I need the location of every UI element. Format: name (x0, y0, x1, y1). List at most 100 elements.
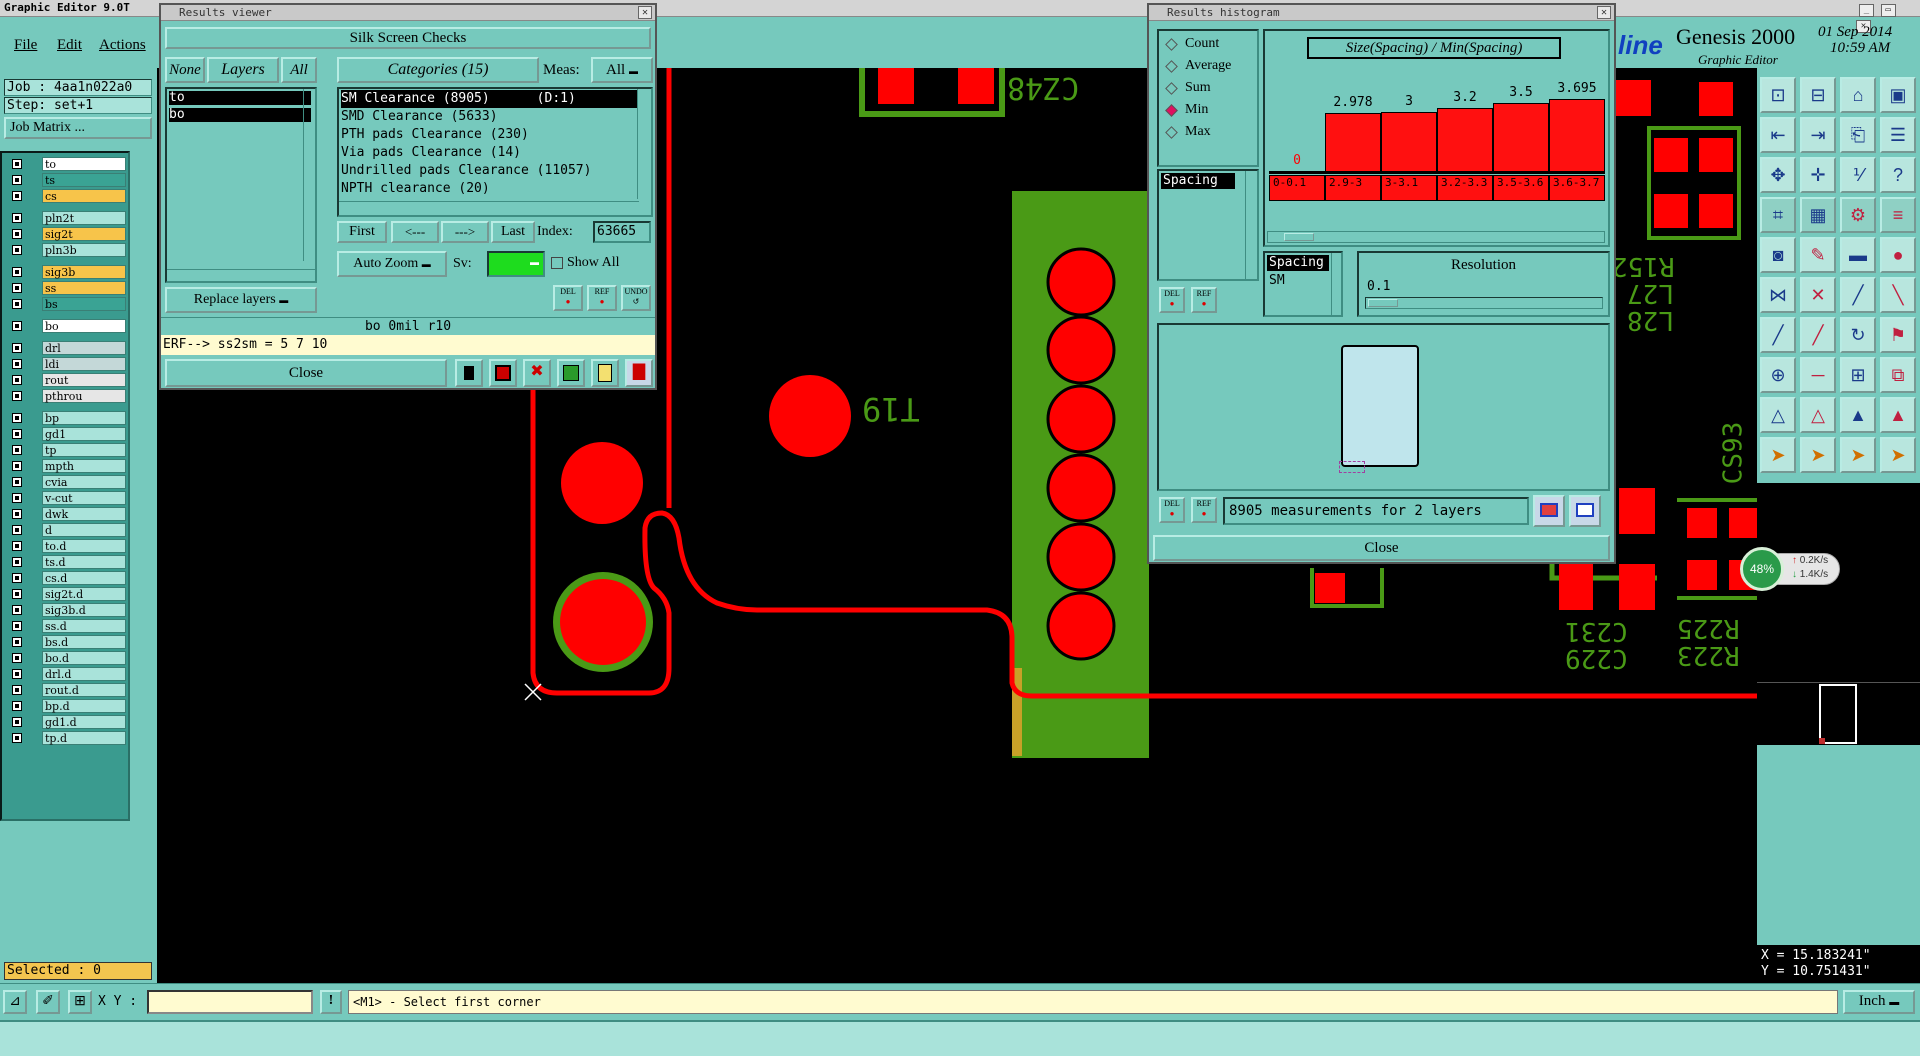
toolbar-button[interactable]: ⌗ (1760, 197, 1796, 233)
layer-checkbox[interactable] (12, 245, 22, 255)
layer-row[interactable]: to.d (8, 539, 126, 553)
next-button[interactable]: ---> (441, 221, 489, 243)
layer-name[interactable]: to (42, 157, 126, 171)
layer-checkbox[interactable] (12, 343, 22, 353)
layer-name[interactable]: ss (42, 281, 126, 295)
tool-icon-2[interactable] (489, 359, 517, 387)
layer-row[interactable]: gd1.d (8, 715, 126, 729)
layer-checkbox[interactable] (12, 359, 22, 369)
layer-list-item-1[interactable]: bo (169, 108, 311, 122)
net-speed-widget[interactable]: 48% ↑ 0.2K/s ↓ 1.4K/s (1740, 547, 1842, 591)
layer-name[interactable]: cs (42, 189, 126, 203)
toolbar-button[interactable]: ⋈ (1760, 277, 1796, 313)
layer-name[interactable]: sig3b (42, 265, 126, 279)
auto-zoom-select[interactable]: Auto Zoom ▬ (337, 251, 447, 277)
layer-checkbox[interactable] (12, 445, 22, 455)
toolbar-button[interactable]: ⊡ (1760, 77, 1796, 113)
category-list-hscroll[interactable] (339, 201, 639, 215)
layer-row[interactable]: tp.d (8, 731, 126, 745)
layer-checkbox[interactable] (12, 525, 22, 535)
layer-name[interactable]: bo.d (42, 651, 126, 665)
layer-name[interactable]: ts.d (42, 555, 126, 569)
layer-checkbox[interactable] (12, 605, 22, 615)
layer-checkbox[interactable] (12, 541, 22, 551)
replace-layers-select[interactable]: Replace layers ▬ (165, 287, 317, 313)
categories-tab[interactable]: Categories (15) (337, 57, 539, 83)
del-button[interactable]: DEL ● (553, 285, 583, 311)
layer-checkbox[interactable] (12, 493, 22, 503)
slider-thumb[interactable] (1368, 299, 1398, 307)
layer-name[interactable]: drl (42, 341, 126, 355)
histogram-button[interactable]: ▇ (625, 359, 653, 387)
toolbar-button[interactable]: ╱ (1840, 277, 1876, 313)
show-all-checkbox[interactable] (551, 257, 563, 269)
toolbar-button[interactable]: ⚙ (1840, 197, 1876, 233)
layer-name[interactable]: sig3b.d (42, 603, 126, 617)
layer-name[interactable]: mpth (42, 459, 126, 473)
layer-checkbox[interactable] (12, 391, 22, 401)
layer-list-item-0[interactable]: to (169, 91, 311, 105)
index-field[interactable]: 63665 (593, 221, 651, 243)
histogram-bar[interactable] (1325, 112, 1381, 171)
toolbar-button[interactable]: ⊟ (1800, 77, 1836, 113)
layer-checkbox[interactable] (12, 375, 22, 385)
toolbar-button[interactable]: ✕ (1800, 277, 1836, 313)
layer-checkbox[interactable] (12, 589, 22, 599)
first-button[interactable]: First (337, 221, 387, 243)
layer-name[interactable]: sig2t.d (42, 587, 126, 601)
toolbar-button[interactable]: ? (1880, 157, 1916, 193)
layer-name[interactable]: cvia (42, 475, 126, 489)
scroll-thumb[interactable] (1284, 233, 1314, 241)
toolbar-button[interactable]: ╱ (1760, 317, 1796, 353)
toolbar-button[interactable]: ➤ (1880, 437, 1916, 473)
spacing-sm-scrollbar[interactable] (1331, 253, 1341, 315)
warning-button[interactable]: ! (320, 990, 342, 1014)
layer-checkbox[interactable] (12, 637, 22, 647)
tool-icon-4[interactable] (557, 359, 585, 387)
category-list-item[interactable]: PTH pads Clearance (230) (341, 126, 637, 144)
results-viewer-close-button[interactable]: Close (165, 359, 447, 387)
layer-checkbox[interactable] (12, 191, 22, 201)
option-max[interactable]: Max (1163, 123, 1257, 143)
layer-name[interactable]: d (42, 523, 126, 537)
histogram-bar[interactable] (1549, 98, 1605, 171)
layer-name[interactable]: bp.d (42, 699, 126, 713)
toolbar-button[interactable]: ⊕ (1760, 357, 1796, 393)
toolbar-button[interactable]: ⌂ (1840, 77, 1876, 113)
layer-checkbox[interactable] (12, 175, 22, 185)
layer-name[interactable]: bo (42, 319, 126, 333)
toolbar-button[interactable]: ⇥ (1800, 117, 1836, 153)
layer-name[interactable]: tp.d (42, 731, 126, 745)
layer-row[interactable]: pln2t (8, 211, 126, 225)
histogram-bar[interactable] (1381, 112, 1437, 171)
layer-checkbox[interactable] (12, 299, 22, 309)
layer-row[interactable]: v-cut (8, 491, 126, 505)
layer-row[interactable]: ts.d (8, 555, 126, 569)
layer-name[interactable]: gd1 (42, 427, 126, 441)
layers-tab[interactable]: Layers (207, 57, 279, 83)
layer-row[interactable]: sig2t (8, 227, 126, 241)
snap-tool-2[interactable]: ✐ (36, 990, 60, 1014)
layer-row[interactable]: d (8, 523, 126, 537)
layer-row[interactable]: tp (8, 443, 126, 457)
histogram-close-button[interactable]: Close (1153, 535, 1610, 561)
layer-name[interactable]: ss.d (42, 619, 126, 633)
undo-button[interactable]: UNDO ↺ (621, 285, 651, 311)
spacing-list-scrollbar[interactable] (1245, 171, 1257, 279)
minimize-icon[interactable]: _ (1859, 4, 1874, 17)
spacing-sm-item-spacing[interactable]: Spacing (1267, 255, 1329, 271)
silk-screen-heading[interactable]: Silk Screen Checks (165, 27, 651, 49)
option-sum[interactable]: Sum (1163, 79, 1257, 99)
layer-checkbox[interactable] (12, 283, 22, 293)
layer-row[interactable]: dwk (8, 507, 126, 521)
category-list-item[interactable]: SMD Clearance (5633) (341, 108, 637, 126)
hist-ref-button-2[interactable]: REF ● (1191, 497, 1217, 523)
toolbar-button[interactable]: ↻ (1840, 317, 1876, 353)
toolbar-button[interactable]: ✥ (1760, 157, 1796, 193)
toolbar-button[interactable]: ● (1880, 237, 1916, 273)
close-icon[interactable]: ✕ (638, 6, 652, 19)
toolbar-button[interactable]: ➤ (1760, 437, 1796, 473)
layer-row[interactable]: mpth (8, 459, 126, 473)
layer-checkbox[interactable] (12, 573, 22, 583)
layer-checkbox[interactable] (12, 321, 22, 331)
